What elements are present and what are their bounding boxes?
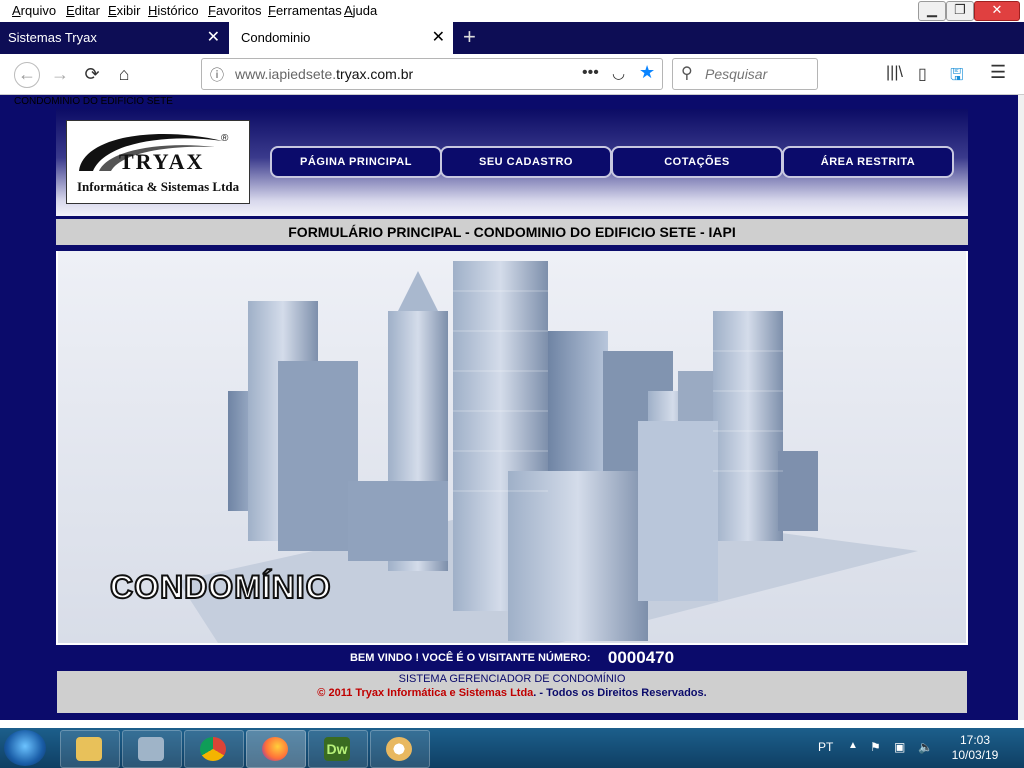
site-header: TRYAX ® Informática & Sistemas Ltda PÁGI… <box>56 109 968 217</box>
restore-button[interactable]: ❐ <box>946 1 974 21</box>
page-actions-icon[interactable]: ••• <box>582 64 599 82</box>
nav-seu-cadastro[interactable]: SEU CADASTRO <box>440 146 612 178</box>
tab-label: Condominio <box>241 30 311 45</box>
url-prefix: www.iapiedsete. <box>235 66 337 82</box>
visitor-number: 0000470 <box>607 648 675 668</box>
clock-time: 17:03 <box>959 733 991 747</box>
sidebar-icon[interactable]: ▯ <box>918 64 927 84</box>
navigation-toolbar: ← → ⟳ ⌂ ⓘ www.iapiedsete.tryax.com.br ••… <box>0 54 1024 95</box>
search-icon: ⚲ <box>681 65 693 82</box>
action-center-flag-icon[interactable]: ⚑ <box>870 740 881 754</box>
page-small-title: CONDOMINIO DO EDIFICIO SETE <box>14 96 173 107</box>
search-input[interactable] <box>703 65 815 83</box>
tryax-logo[interactable]: TRYAX ® Informática & Sistemas Ltda <box>66 120 250 204</box>
start-button[interactable] <box>4 730 46 766</box>
taskbar-calculator[interactable] <box>122 730 182 768</box>
visitor-label: BEM VINDO ! VOCÊ É O VISITANTE NÚMERO: <box>349 652 591 664</box>
registered-mark: ® <box>221 133 229 144</box>
minimize-button[interactable]: ▁ <box>918 1 946 21</box>
address-bar[interactable]: ⓘ www.iapiedsete.tryax.com.br ••• ◡ ★ <box>201 58 663 90</box>
menu-favoritos[interactable]: Favoritos <box>208 3 261 18</box>
logo-tagline: Informática & Sistemas Ltda <box>77 179 240 194</box>
firefox-icon <box>262 737 288 761</box>
menu-exibir[interactable]: Exibir <box>108 3 141 18</box>
footer-system-name: SISTEMA GERENCIADOR DE CONDOMÍNIO <box>398 673 626 685</box>
taskbar-firefox[interactable] <box>246 730 306 768</box>
network-icon[interactable]: ▣ <box>894 740 905 754</box>
menu-bar: Arquivo Editar Exibir Histórico Favorito… <box>0 0 1024 22</box>
bookmark-star-icon[interactable]: ★ <box>639 62 655 83</box>
footer-copyright: © 2011 Tryax Informática e Sistemas Ltda… <box>57 687 967 699</box>
folder-icon <box>76 737 102 761</box>
tab-close-icon[interactable]: ✕ <box>432 22 445 54</box>
home-button[interactable]: ⌂ <box>112 62 136 86</box>
menu-arquivo[interactable]: Arquivo <box>12 3 56 18</box>
tab-close-icon[interactable]: ✕ <box>207 22 220 54</box>
site-info-icon[interactable]: ⓘ <box>210 65 224 85</box>
forward-button[interactable]: → <box>48 62 72 86</box>
paint-palette-icon <box>386 737 412 761</box>
visitor-counter-bar: BEM VINDO ! VOCÊ É O VISITANTE NÚMERO: 0… <box>56 645 968 670</box>
pocket-icon[interactable]: ◡ <box>612 64 625 82</box>
menu-historico[interactable]: Histórico <box>148 3 199 18</box>
screenshot-icon[interactable]: 🖫 <box>950 64 964 91</box>
taskbar-dreamweaver[interactable]: Dw <box>308 730 368 768</box>
url-text[interactable]: www.iapiedsete.tryax.com.br <box>235 66 413 82</box>
search-box[interactable]: ⚲ <box>672 58 818 90</box>
tab-label: Sistemas Tryax <box>8 30 97 45</box>
tab-bar: Sistemas Tryax ✕ Condominio ✕ + <box>0 22 1024 54</box>
nav-cotacoes[interactable]: COTAÇÕES <box>611 146 783 178</box>
clock-date: 10/03/19 <box>951 748 999 762</box>
hamburger-menu-icon[interactable]: ☰ <box>990 62 1006 83</box>
url-domain: tryax.com.br <box>336 66 414 82</box>
tray-expand-icon[interactable]: ▲ <box>848 740 858 751</box>
taskbar-chrome[interactable] <box>184 730 244 768</box>
site-frame: TRYAX ® Informática & Sistemas Ltda PÁGI… <box>56 109 968 714</box>
library-icon[interactable]: |||\ <box>886 64 903 82</box>
logo-brand: TRYAX <box>119 149 205 174</box>
site-footer: SISTEMA GERENCIADOR DE CONDOMÍNIO © 2011… <box>56 670 968 714</box>
nav-pagina-principal[interactable]: PÁGINA PRINCIPAL <box>270 146 442 178</box>
page-content: CONDOMINIO DO EDIFICIO SETE TRYAX ® Info… <box>0 95 1018 720</box>
language-indicator[interactable]: PT <box>818 740 833 754</box>
reload-button[interactable]: ⟳ <box>80 62 104 86</box>
volume-icon[interactable]: 🔈 <box>918 740 933 754</box>
new-tab-button[interactable]: + <box>463 22 476 52</box>
menu-editar[interactable]: Editar <box>66 3 100 18</box>
calculator-icon <box>138 737 164 761</box>
back-button[interactable]: ← <box>14 62 40 88</box>
tab-condominio[interactable]: Condominio ✕ <box>229 22 453 54</box>
menu-ferramentas[interactable]: Ferramentas <box>268 3 342 18</box>
browser-window: Arquivo Editar Exibir Histórico Favorito… <box>0 0 1024 728</box>
banner-condominio-text: CONDOMÍNIO <box>109 568 332 606</box>
city-banner-image: CONDOMÍNIO <box>58 251 966 643</box>
dreamweaver-icon: Dw <box>324 737 350 761</box>
taskbar-explorer[interactable] <box>60 730 120 768</box>
windows-taskbar: Dw PT ▲ ⚑ ▣ 🔈 17:03 10/03/19 <box>0 728 1024 768</box>
rights-text: . - Todos os Direitos Reservados. <box>533 687 707 699</box>
page-scrollbar[interactable] <box>1018 95 1024 720</box>
form-title: FORMULÁRIO PRINCIPAL - CONDOMINIO DO EDI… <box>56 216 968 251</box>
copyright-text: © 2011 Tryax Informática e Sistemas Ltda <box>317 687 534 699</box>
taskbar-paint[interactable] <box>370 730 430 768</box>
chrome-icon <box>200 737 226 761</box>
system-clock[interactable]: 17:03 10/03/19 <box>940 733 1010 763</box>
menu-ajuda[interactable]: Ajuda <box>344 3 377 18</box>
tab-sistemas-tryax[interactable]: Sistemas Tryax ✕ <box>0 22 228 54</box>
close-window-button[interactable]: ✕ <box>974 1 1020 21</box>
nav-area-restrita[interactable]: ÁREA RESTRITA <box>782 146 954 178</box>
